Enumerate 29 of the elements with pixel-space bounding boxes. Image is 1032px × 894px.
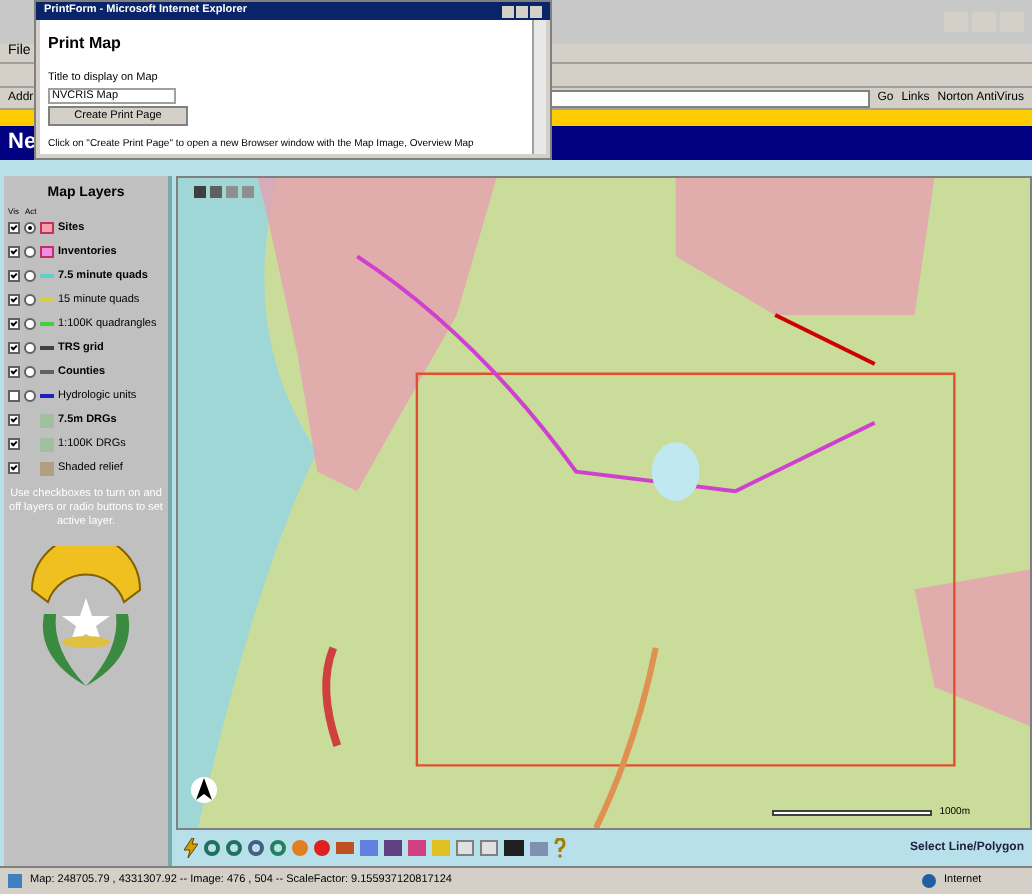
close-button[interactable] — [530, 5, 542, 17]
visibility-checkbox[interactable] — [8, 390, 20, 402]
relief-icon — [40, 461, 54, 475]
active-radio[interactable] — [24, 318, 36, 330]
active-radio[interactable] — [24, 222, 36, 234]
visibility-checkbox[interactable] — [8, 414, 20, 426]
visibility-checkbox[interactable] — [8, 318, 20, 330]
active-radio[interactable] — [24, 246, 36, 258]
active-radio[interactable] — [24, 390, 36, 402]
visibility-checkbox[interactable] — [8, 222, 20, 234]
banner-title: Ne — [8, 128, 37, 159]
visibility-checkbox[interactable] — [8, 246, 20, 258]
north-arrow-icon — [190, 776, 218, 804]
help-icon[interactable] — [554, 838, 566, 858]
scrollbar[interactable] — [532, 20, 546, 154]
active-radio[interactable] — [24, 270, 36, 282]
popup-heading: Print Map — [48, 32, 123, 56]
active-radio[interactable] — [24, 366, 36, 378]
visibility-checkbox[interactable] — [8, 366, 20, 378]
active-radio[interactable] — [24, 294, 36, 306]
visibility-checkbox[interactable] — [8, 294, 20, 306]
visibility-checkbox[interactable] — [8, 438, 20, 450]
maximize-button[interactable] — [516, 5, 528, 17]
visibility-checkbox[interactable] — [8, 270, 20, 282]
active-radio[interactable] — [24, 342, 36, 354]
visibility-checkbox[interactable] — [8, 342, 20, 354]
visibility-checkbox[interactable] — [8, 462, 20, 474]
lightning-icon[interactable] — [184, 838, 198, 858]
minimize-button[interactable] — [502, 5, 514, 17]
